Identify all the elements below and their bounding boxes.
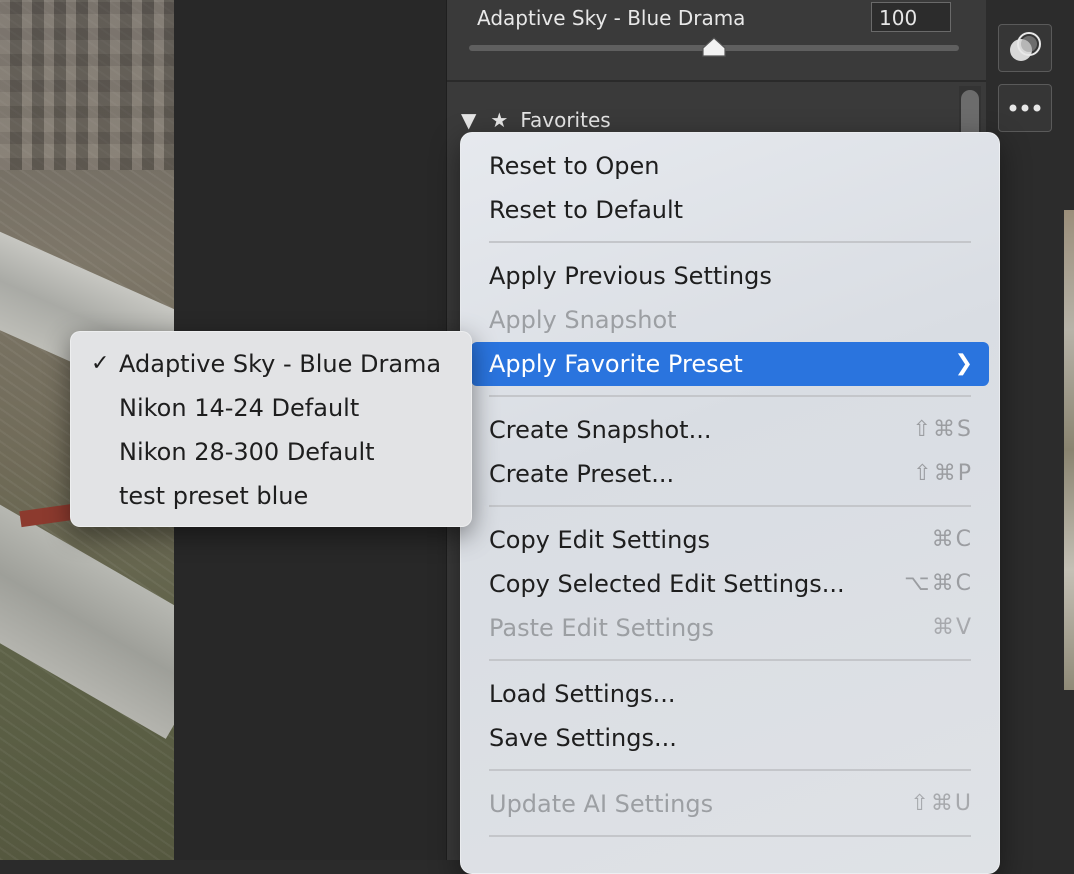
- menu-item-label: Apply Favorite Preset: [489, 350, 743, 378]
- amount-input[interactable]: 100: [871, 2, 951, 32]
- menu-item-apply-favorite-preset[interactable]: Apply Favorite Preset ❯: [471, 342, 989, 386]
- menu-separator: [489, 769, 971, 771]
- menu-item-create-snapshot[interactable]: Create Snapshot... ⇧⌘S: [471, 408, 989, 452]
- star-icon: ★: [490, 108, 509, 132]
- more-button[interactable]: [998, 84, 1052, 132]
- menu-item-label: Copy Selected Edit Settings...: [489, 570, 845, 598]
- shortcut-label: ⇧⌘S: [912, 417, 973, 442]
- photo-houses: [0, 0, 174, 170]
- menu-separator: [489, 505, 971, 507]
- shortcut-label: ⇧⌘U: [910, 791, 973, 816]
- photo-edge: [1064, 210, 1074, 690]
- shortcut-label: ⌘V: [931, 615, 973, 640]
- menu-item-label: Copy Edit Settings: [489, 526, 711, 554]
- menu-item-copy-selected-edit-settings[interactable]: Copy Selected Edit Settings... ⌥⌘C: [471, 562, 989, 606]
- shortcut-label: ⇧⌘P: [913, 461, 973, 486]
- checkmark-icon: ✓: [91, 351, 110, 376]
- mask-icon: [1010, 32, 1041, 61]
- shortcut-label: ⌘C: [931, 527, 973, 552]
- menu-separator: [489, 395, 971, 397]
- menu-item-label: Apply Snapshot: [489, 306, 677, 334]
- submenu-item-label: Adaptive Sky - Blue Drama: [119, 350, 442, 378]
- menu-item-save-settings[interactable]: Save Settings...: [471, 716, 989, 760]
- menu-item-label: Reset to Open: [489, 152, 660, 180]
- menu-item-label: Reset to Default: [489, 196, 684, 224]
- menu-item-load-settings[interactable]: Load Settings...: [471, 672, 989, 716]
- amount-slider-thumb[interactable]: [701, 36, 727, 58]
- amount-slider-section: Adaptive Sky - Blue Drama 100: [447, 0, 987, 82]
- submenu-item-label: Nikon 28-300 Default: [119, 438, 375, 466]
- shortcut-label: ⌥⌘C: [904, 571, 973, 596]
- menu-item-paste-edit-settings: Paste Edit Settings ⌘V: [471, 606, 989, 650]
- menu-item-label: Load Settings...: [489, 680, 676, 708]
- mask-button[interactable]: [998, 24, 1052, 72]
- menu-item-label: Paste Edit Settings: [489, 614, 714, 642]
- slider-label: Adaptive Sky - Blue Drama: [477, 6, 746, 30]
- submenu-item-label: test preset blue: [119, 482, 309, 510]
- context-menu: Reset to Open Reset to Default Apply Pre…: [460, 132, 1000, 874]
- menu-separator: [489, 241, 971, 243]
- menu-item-update-ai-settings: Update AI Settings ⇧⌘U: [471, 782, 989, 826]
- submenu-item-label: Nikon 14-24 Default: [119, 394, 360, 422]
- menu-item-apply-previous-settings[interactable]: Apply Previous Settings: [471, 254, 989, 298]
- menu-item-label: Update AI Settings: [489, 790, 714, 818]
- menu-separator: [489, 835, 971, 837]
- menu-item-label: Save Settings...: [489, 724, 677, 752]
- submenu-item-preset[interactable]: Nikon 28-300 Default: [71, 430, 471, 474]
- menu-item-reset-to-default[interactable]: Reset to Default: [471, 188, 989, 232]
- chevron-right-icon: ❯: [954, 351, 973, 376]
- more-icon: [1009, 104, 1041, 112]
- menu-item-label: Create Preset...: [489, 460, 675, 488]
- menu-item-apply-snapshot: Apply Snapshot: [471, 298, 989, 342]
- menu-item-reset-to-open[interactable]: Reset to Open: [471, 144, 989, 188]
- favorite-presets-submenu: ✓ Adaptive Sky - Blue Drama Nikon 14-24 …: [70, 331, 472, 527]
- menu-item-label: Create Snapshot...: [489, 416, 712, 444]
- submenu-item-preset[interactable]: ✓ Adaptive Sky - Blue Drama: [71, 342, 471, 386]
- favorites-title: Favorites: [520, 108, 611, 132]
- menu-item-create-preset[interactable]: Create Preset... ⇧⌘P: [471, 452, 989, 496]
- menu-item-label: Apply Previous Settings: [489, 262, 772, 290]
- menu-item-copy-edit-settings[interactable]: Copy Edit Settings ⌘C: [471, 518, 989, 562]
- favorites-header[interactable]: ▼ ★ Favorites: [461, 106, 611, 134]
- disclosure-triangle-down-icon[interactable]: ▼: [461, 108, 476, 132]
- submenu-item-preset[interactable]: test preset blue: [71, 474, 471, 518]
- submenu-item-preset[interactable]: Nikon 14-24 Default: [71, 386, 471, 430]
- menu-separator: [489, 659, 971, 661]
